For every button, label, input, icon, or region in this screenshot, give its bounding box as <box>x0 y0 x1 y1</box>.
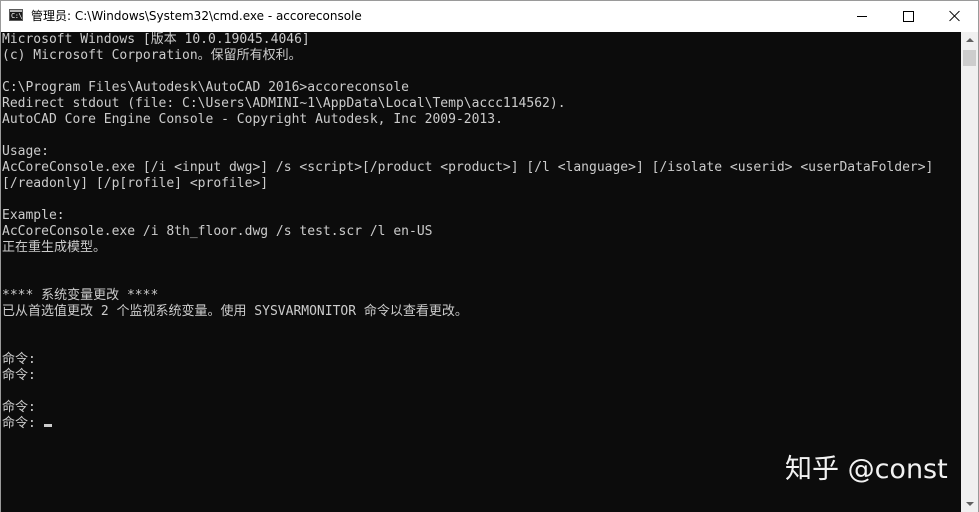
console-line-text: AcCoreConsole.exe /i 8th_floor.dwg /s te… <box>2 224 433 239</box>
scroll-down-arrow-icon[interactable] <box>961 495 978 512</box>
console-line: 命令: <box>2 368 36 384</box>
console-line-text: Microsoft Windows [版本 10.0.19045.4046] <box>2 32 310 47</box>
console-line: Example: <box>2 208 65 224</box>
console-line: Usage: <box>2 144 49 160</box>
vertical-scrollbar[interactable] <box>961 32 978 512</box>
console-line-text: Redirect stdout (file: C:\Users\ADMINI~1… <box>2 96 566 111</box>
console-line: 命令: <box>2 400 36 416</box>
maximize-button[interactable] <box>885 1 931 31</box>
console-line-text: 命令: <box>2 352 36 367</box>
console-line: (c) Microsoft Corporation。保留所有权利。 <box>2 48 302 64</box>
console-line-text: 已从首选值更改 2 个监视系统变量。使用 SYSVARMONITOR 命令以查看… <box>2 304 468 319</box>
maximize-icon <box>902 10 914 22</box>
console-line: AcCoreConsole.exe /i 8th_floor.dwg /s te… <box>2 224 432 240</box>
console-line: Microsoft Windows [版本 10.0.19045.4046] <box>2 32 310 48</box>
window-title: 管理员: C:\Windows\System32\cmd.exe - accor… <box>31 9 362 23</box>
console-line-text: 正在重生成模型。 <box>2 240 107 255</box>
console-line-text: **** 系统变量更改 **** <box>2 288 159 303</box>
scroll-thumb[interactable] <box>963 50 976 66</box>
console-line: 命令: <box>2 416 52 432</box>
console-line: 已从首选值更改 2 个监视系统变量。使用 SYSVARMONITOR 命令以查看… <box>2 304 468 320</box>
console-line-text: [/readonly] [/p[rofile] <profile>] <box>2 176 269 191</box>
console-line: 正在重生成模型。 <box>2 240 106 256</box>
console-line: 命令: <box>2 352 36 368</box>
console-line: **** 系统变量更改 **** <box>2 288 158 304</box>
console-output[interactable]: Microsoft Windows [版本 10.0.19045.4046] (c… <box>1 32 961 512</box>
console-line-text: 命令: <box>2 416 44 431</box>
console-window: C:\ 管理员: C:\Windows\System32\cmd.exe - a… <box>0 0 979 512</box>
watermark: 知乎 @const <box>785 454 948 485</box>
console-line: AcCoreConsole.exe [/i <input dwg>] /s <s… <box>2 160 933 176</box>
console-line: [/readonly] [/p[rofile] <profile>] <box>2 176 268 192</box>
cmd-icon-label: C:\ <box>11 12 23 20</box>
console-line-text: AcCoreConsole.exe [/i <input dwg>] /s <s… <box>2 160 934 175</box>
text-cursor <box>43 424 52 427</box>
console-line: AutoCAD Core Engine Console - Copyright … <box>2 112 503 128</box>
console-line: Redirect stdout (file: C:\Users\ADMINI~1… <box>2 96 566 112</box>
minimize-icon <box>857 15 867 17</box>
close-button[interactable] <box>931 1 978 31</box>
close-icon <box>949 10 961 22</box>
minimize-button[interactable] <box>839 1 885 31</box>
scroll-up-arrow-icon[interactable] <box>961 32 978 49</box>
console-line-text: (c) Microsoft Corporation。保留所有权利。 <box>2 48 302 63</box>
cmd-icon[interactable]: C:\ <box>9 9 23 21</box>
console-line-text: Usage: <box>2 144 49 159</box>
console-line-text: Example: <box>2 208 65 223</box>
console-line-text: AutoCAD Core Engine Console - Copyright … <box>2 112 503 127</box>
console-line-text: C:\Program Files\Autodesk\AutoCAD 2016>a… <box>2 80 409 95</box>
title-bar[interactable]: C:\ 管理员: C:\Windows\System32\cmd.exe - a… <box>1 1 978 31</box>
console-line-text: 命令: <box>2 368 36 383</box>
console-line: C:\Program Files\Autodesk\AutoCAD 2016>a… <box>2 80 409 96</box>
console-line-text: 命令: <box>2 400 36 415</box>
